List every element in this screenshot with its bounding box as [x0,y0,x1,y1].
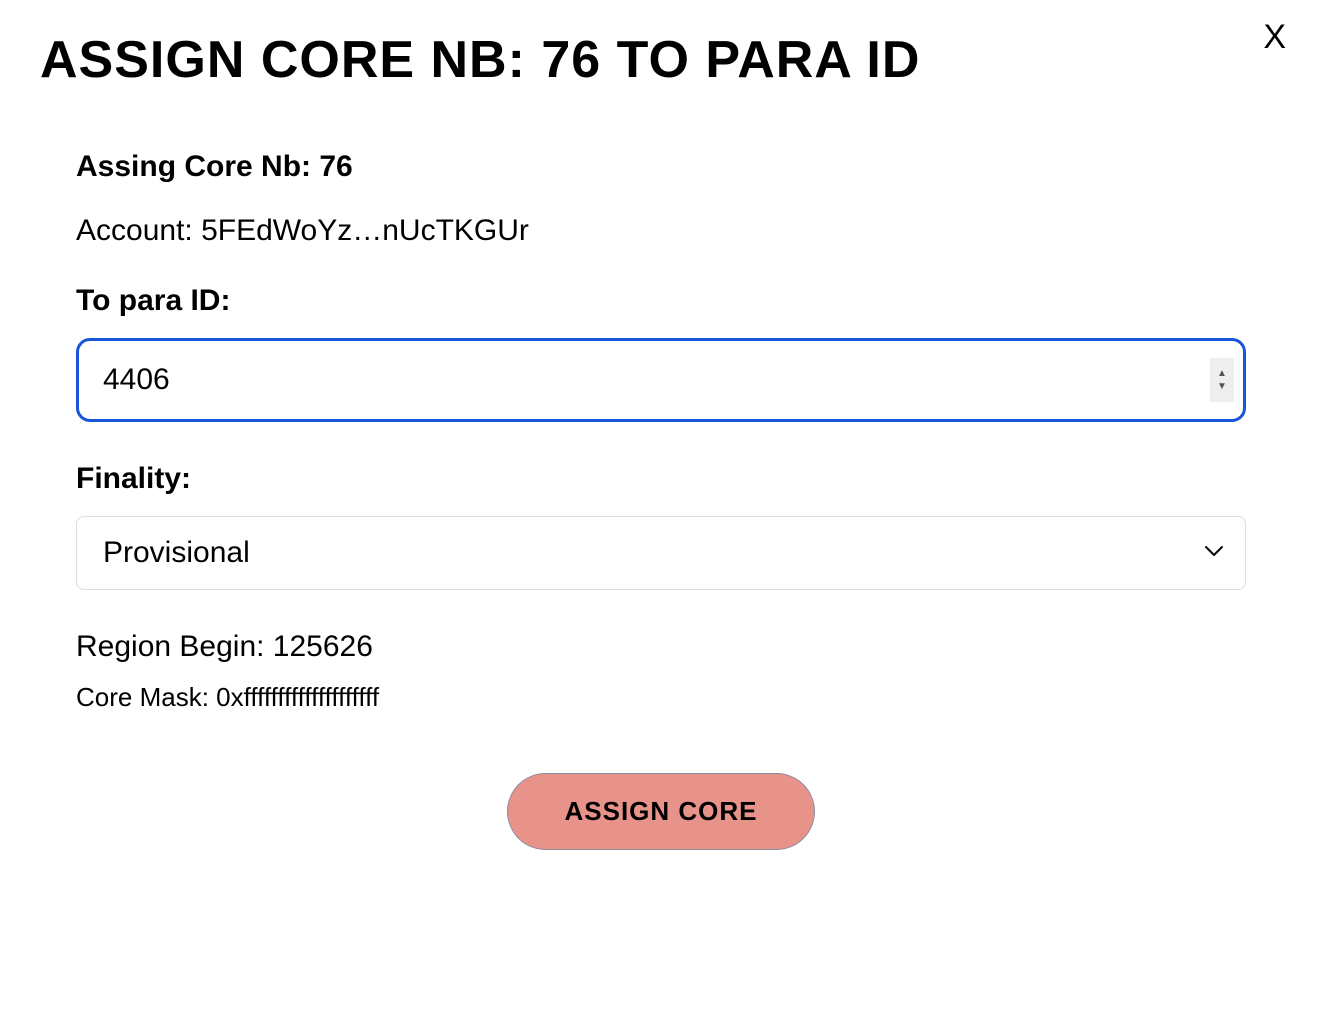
close-button[interactable]: X [1263,18,1286,57]
region-begin-line: Region Begin: 125626 [76,630,1246,664]
account-line: Account: 5FEdWoYz…nUcTKGUr [76,214,1246,248]
para-id-label: To para ID: [76,284,1246,318]
finality-select-wrap: Provisional [76,516,1246,590]
core-nb-subtitle: Assing Core Nb: 76 [76,150,1246,184]
button-row: Assign Core [76,773,1246,850]
spinner-down-icon[interactable]: ▼ [1210,380,1234,402]
finality-label: Finality: [76,462,1246,496]
assign-core-button[interactable]: Assign Core [507,773,814,850]
finality-value: Provisional [103,536,250,570]
number-spinner: ▲ ▼ [1210,358,1234,402]
modal-content: Assing Core Nb: 76 Account: 5FEdWoYz…nUc… [40,150,1282,850]
core-mask-line: Core Mask: 0xffffffffffffffffffff [76,682,1246,713]
finality-select[interactable]: Provisional [76,516,1246,590]
para-id-input[interactable] [76,338,1246,422]
para-id-input-wrap: ▲ ▼ [76,338,1246,422]
spinner-up-icon[interactable]: ▲ [1210,358,1234,380]
assign-core-modal: X ASSIGN CORE NB: 76 TO PARA ID Assing C… [0,0,1322,870]
modal-title: ASSIGN CORE NB: 76 TO PARA ID [40,30,1282,90]
